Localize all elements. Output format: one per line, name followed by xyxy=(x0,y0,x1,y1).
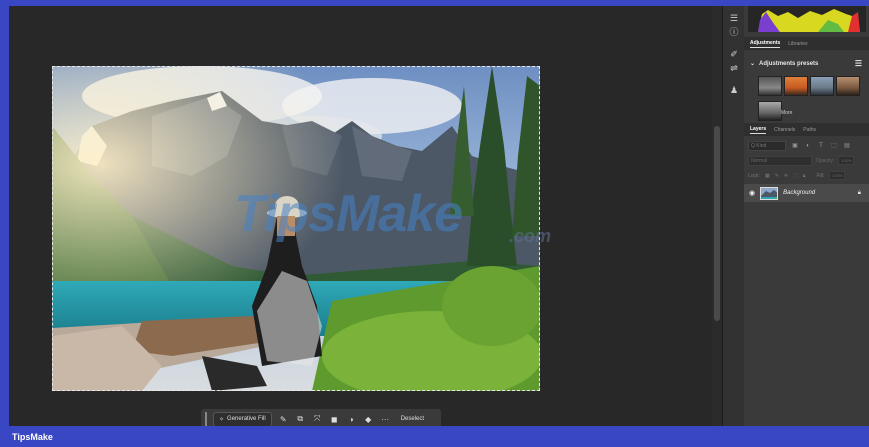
stamp-icon[interactable]: ♟ xyxy=(728,84,740,96)
image-filter-icon[interactable]: ▣ xyxy=(791,142,799,149)
histogram xyxy=(748,6,866,32)
lock-pixels-icon[interactable]: ▦ xyxy=(765,173,770,179)
more-presets-link[interactable]: More xyxy=(781,110,792,116)
preset-thumbnail[interactable] xyxy=(784,76,808,96)
type-filter-icon[interactable]: T xyxy=(817,143,825,149)
lock-brush-icon[interactable]: ✎ xyxy=(775,173,779,179)
adjust-icon[interactable]: ◑ xyxy=(346,414,357,425)
blend-row: Normal Opacity: 100% xyxy=(748,155,864,166)
preset-thumbnail[interactable] xyxy=(758,101,782,121)
tab-libraries[interactable]: Libraries xyxy=(788,41,807,47)
canvas-area[interactable]: TipsMake .com ✧ Generative Fill ✎ ⧉ ⤧ ◼ … xyxy=(9,6,712,429)
opacity-field[interactable]: 100% xyxy=(838,156,855,165)
layer-filter-row: Q Kind ▣ ◐ T ⬚ ▤ xyxy=(748,140,864,151)
fill-icon[interactable]: ◆ xyxy=(363,414,374,425)
adjustments-tab-bar: Adjustments Libraries xyxy=(744,37,869,50)
tab-layers[interactable]: Layers xyxy=(750,126,767,134)
fill-label: Fill: xyxy=(816,172,825,179)
visibility-eye-icon[interactable]: ◉ xyxy=(749,189,755,197)
tab-channels[interactable]: Channels xyxy=(774,127,795,133)
brush-icon[interactable]: ✎ xyxy=(278,414,289,425)
lock-label: Lock: xyxy=(748,172,760,179)
screenshot-frame: TipsMake .com ✧ Generative Fill ✎ ⧉ ⤧ ◼ … xyxy=(0,0,869,447)
chevron-down-icon: ⌄ xyxy=(750,61,756,67)
lock-all-icon[interactable]: 🔒︎ xyxy=(803,173,806,179)
lock-position-icon[interactable]: ✛ xyxy=(784,173,788,179)
landscape-photo xyxy=(52,66,540,391)
list-menu-icon[interactable]: ☰ xyxy=(855,59,862,68)
properties-icon[interactable]: ⇌ xyxy=(728,62,740,74)
layer-row-background[interactable]: ◉ Background 🔒︎ xyxy=(744,184,869,202)
smart-object-filter-icon[interactable]: ▤ xyxy=(843,142,851,149)
generative-fill-label: Generative Fill xyxy=(227,416,266,422)
preset-thumbnail[interactable] xyxy=(758,76,782,96)
lock-row: Lock: ▦ ✎ ✛ ⬚ 🔒︎ Fill: 100% xyxy=(748,170,864,181)
brush-settings-icon[interactable]: ✐ xyxy=(728,48,740,60)
opacity-label: Opacity: xyxy=(816,157,835,164)
fill-field[interactable]: 100% xyxy=(829,171,846,180)
generative-fill-button[interactable]: ✧ Generative Fill xyxy=(213,411,272,427)
layer-name: Background xyxy=(783,190,816,196)
brand-logo-text: TipsMake xyxy=(12,431,53,442)
adjustment-filter-icon[interactable]: ◐ xyxy=(804,143,812,149)
generative-fill-icon: ✧ xyxy=(219,416,225,423)
lock-artboard-icon[interactable]: ⬚ xyxy=(793,173,798,179)
transform-icon[interactable]: ⧉ xyxy=(295,414,306,425)
document-image[interactable] xyxy=(52,66,540,391)
lock-icon[interactable]: 🔒︎ xyxy=(858,190,861,197)
scrollbar-thumb[interactable] xyxy=(714,126,720,321)
drag-handle[interactable] xyxy=(205,412,207,426)
tab-paths[interactable]: Paths xyxy=(803,127,816,133)
adjustments-presets-label: Adjustments presets xyxy=(759,60,819,67)
deselect-button[interactable]: Deselect xyxy=(401,416,424,422)
preset-thumbnail[interactable] xyxy=(836,76,860,96)
preset-thumbnail[interactable] xyxy=(810,76,834,96)
layers-tab-bar: Layers Channels Paths xyxy=(744,123,869,136)
right-panels: Adjustments Libraries ⌄ Adjustments pres… xyxy=(744,6,869,426)
crop-select-icon[interactable]: ⤧ xyxy=(312,414,323,425)
footer-bar: TipsMake xyxy=(0,426,869,447)
photoshop-window: TipsMake .com ✧ Generative Fill ✎ ⧉ ⤧ ◼ … xyxy=(9,6,869,429)
mask-icon[interactable]: ◼ xyxy=(329,414,340,425)
info-icon[interactable]: ⓘ xyxy=(728,26,740,38)
layer-thumbnail xyxy=(760,186,779,200)
layer-kind-filter[interactable]: Q Kind xyxy=(748,140,786,151)
sliders-icon[interactable]: ☰ xyxy=(728,12,740,24)
more-options-button[interactable]: ··· xyxy=(380,414,391,425)
shape-filter-icon[interactable]: ⬚ xyxy=(830,142,838,149)
panel-icon-strip: ☰ ⓘ ✐ ⇌ ♟ xyxy=(722,6,744,426)
adjustments-presets-header[interactable]: ⌄ Adjustments presets ☰ xyxy=(750,59,862,68)
blend-mode-select[interactable]: Normal xyxy=(748,155,812,166)
tab-adjustments[interactable]: Adjustments xyxy=(750,40,781,48)
